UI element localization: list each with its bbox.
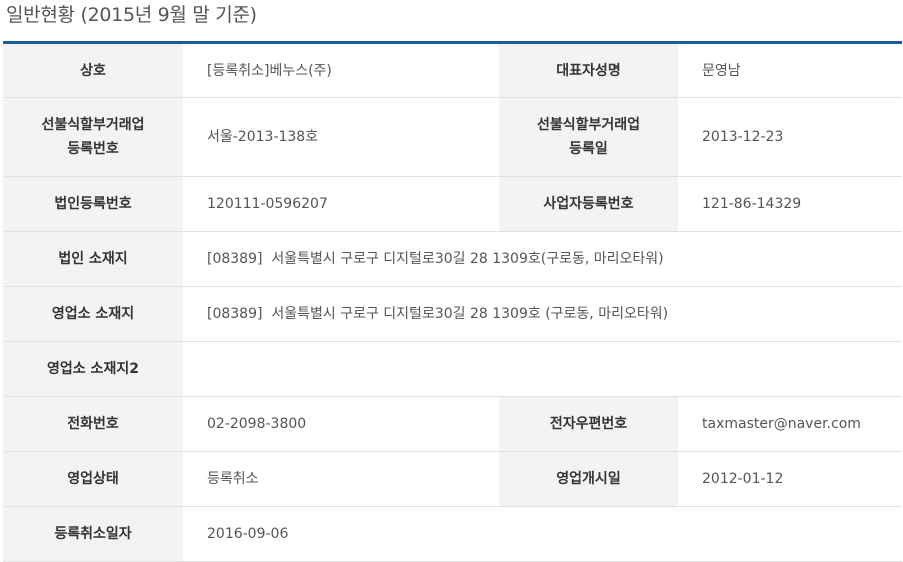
business-status-label: 영업상태: [3, 451, 183, 507]
trade-name-value: [등록취소]베누스(주): [183, 42, 499, 98]
phone-value: 02-2098-3800: [183, 396, 499, 452]
ceo-name-label: 대표자성명: [499, 42, 678, 98]
table-row: 법인 소재지 [08389] 서울특별시 구로구 디지털로30길 28 1309…: [3, 231, 902, 287]
email-value: taxmaster@naver.com: [678, 396, 902, 452]
email-label: 전자우편번호: [499, 396, 678, 452]
registration-date-label-line2: 등록일: [569, 141, 608, 157]
registration-date-value: 2013-12-23: [678, 97, 902, 177]
ceo-name-value: 문영남: [678, 42, 902, 98]
cancel-date-value: 2016-09-06: [183, 506, 499, 562]
office-address2-value: [183, 341, 902, 397]
table-row: 상호 [등록취소]베누스(주) 대표자성명 문영남: [3, 42, 902, 98]
cancel-date-label: 등록취소일자: [3, 506, 183, 562]
table-row: 법인등록번호 120111-0596207 사업자등록번호 121-86-143…: [3, 176, 902, 232]
business-registration-number-label: 사업자등록번호: [499, 176, 678, 232]
empty-cell: [678, 506, 902, 562]
table-row: 등록취소일자 2016-09-06: [3, 506, 902, 562]
phone-label: 전화번호: [3, 396, 183, 452]
registration-number-label-line1: 선불식할부거래업: [41, 117, 145, 133]
business-status-value: 등록취소: [183, 451, 499, 507]
page-title: 일반현황 (2015년 9월 말 기준): [6, 4, 257, 26]
corporate-address-value: [08389] 서울특별시 구로구 디지털로30길 28 1309호(구로동, …: [183, 231, 902, 287]
table-row: 영업소 소재지2: [3, 341, 902, 397]
corporate-registration-number-value: 120111-0596207: [183, 176, 499, 232]
office-address2-label: 영업소 소재지2: [3, 341, 183, 397]
general-status-table: 상호 [등록취소]베누스(주) 대표자성명 문영남 선불식할부거래업 등록번호 …: [3, 41, 902, 562]
open-date-label: 영업개시일: [499, 451, 678, 507]
office-address-value: [08389] 서울특별시 구로구 디지털로30길 28 1309호 (구로동,…: [183, 286, 902, 342]
business-registration-number-value: 121-86-14329: [678, 176, 902, 232]
corporate-registration-number-label: 법인등록번호: [3, 176, 183, 232]
office-address-label: 영업소 소재지: [3, 286, 183, 342]
registration-number-value: 서울-2013-138호: [183, 97, 499, 177]
corporate-address-label: 법인 소재지: [3, 231, 183, 287]
registration-number-label-line2: 등록번호: [67, 141, 119, 157]
table-row: 전화번호 02-2098-3800 전자우편번호 taxmaster@naver…: [3, 396, 902, 452]
table-row: 선불식할부거래업 등록번호 서울-2013-138호 선불식할부거래업 등록일 …: [3, 97, 902, 177]
empty-cell: [499, 506, 678, 562]
registration-number-label: 선불식할부거래업 등록번호: [3, 97, 183, 177]
table-row: 영업소 소재지 [08389] 서울특별시 구로구 디지털로30길 28 130…: [3, 286, 902, 342]
table-row: 영업상태 등록취소 영업개시일 2012-01-12: [3, 451, 902, 507]
trade-name-label: 상호: [3, 42, 183, 98]
registration-date-label: 선불식할부거래업 등록일: [499, 97, 678, 177]
open-date-value: 2012-01-12: [678, 451, 902, 507]
registration-date-label-line1: 선불식할부거래업: [536, 117, 641, 133]
